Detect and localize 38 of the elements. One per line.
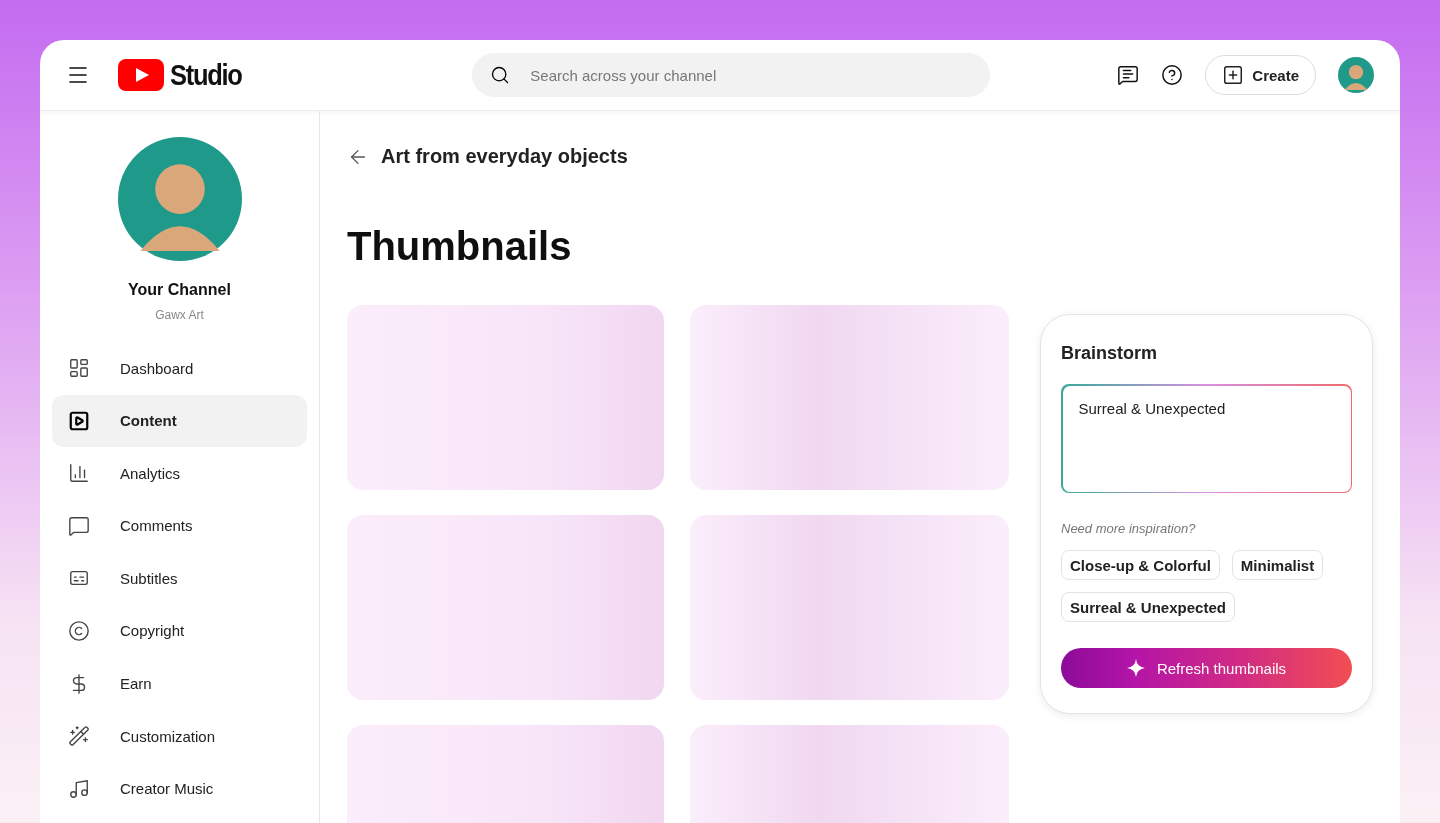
copyright-icon: [68, 619, 90, 642]
sparkle-icon: [1126, 659, 1145, 677]
sidebar-item[interactable]: Comments: [52, 499, 307, 552]
magic-wand-icon: [68, 725, 90, 748]
search-bar[interactable]: Search across your channel: [472, 53, 991, 97]
account-avatar-button[interactable]: [1338, 57, 1374, 93]
page-title: Thumbnails: [347, 224, 573, 269]
channel-handle: Gawx Art: [154, 308, 205, 322]
create-button[interactable]: Create: [1205, 55, 1316, 95]
feedback-button[interactable]: [1117, 64, 1140, 86]
add-video-icon: [1222, 64, 1245, 86]
prompt-field[interactable]: Surreal & Unexpected: [1062, 385, 1351, 492]
sidebar-item[interactable]: Dashboard: [52, 342, 307, 394]
suggestion-chip[interactable]: Minimalist: [1231, 550, 1324, 580]
suggestion-chip[interactable]: Surreal & Unexpected: [1061, 592, 1235, 622]
refresh-button[interactable]: Refresh thumbnails: [1061, 648, 1352, 688]
channel-name: Your Channel: [127, 281, 232, 299]
sidebar-item[interactable]: Content: [52, 394, 307, 447]
play-logo-icon: [118, 59, 164, 91]
logo-text: Studio: [170, 58, 242, 92]
sidebar-item[interactable]: Subtitles: [52, 552, 307, 605]
search-field[interactable]: Search across your channel: [528, 65, 973, 85]
card-title: Brainstorm: [1061, 343, 1159, 364]
search-icon: [490, 65, 511, 85]
bar-chart-icon: [68, 462, 90, 485]
hint-text: Need more inspiration?: [1061, 521, 1197, 536]
sidebar-item[interactable]: Copyright: [52, 604, 307, 657]
sidebar-item[interactable]: Customization: [52, 710, 307, 763]
comment-icon: [68, 514, 90, 537]
sidebar-item[interactable]: Earn: [52, 657, 307, 710]
sidebar-item[interactable]: Creator Music: [52, 762, 307, 815]
suggestion-chip[interactable]: Close-up & Colorful: [1061, 550, 1220, 580]
video-title: Art from everyday objects: [381, 145, 628, 168]
music-icon: [68, 777, 90, 800]
video-icon: [68, 409, 90, 432]
sidebar-item[interactable]: Analytics: [52, 447, 307, 500]
help-button[interactable]: [1161, 64, 1184, 86]
dashboard-icon: [68, 357, 90, 379]
